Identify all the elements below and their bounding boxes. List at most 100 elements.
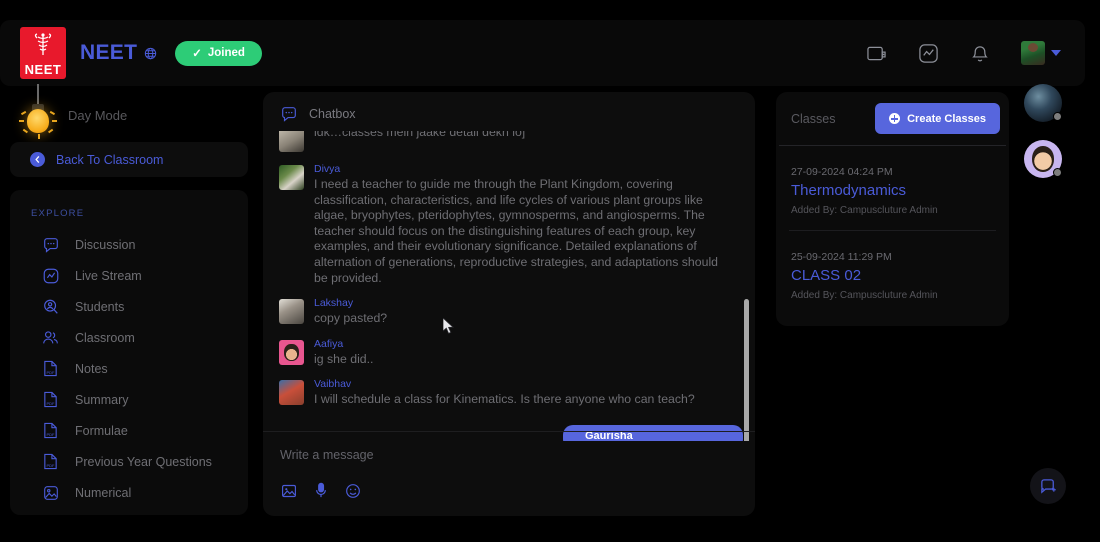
chat-title: Chatbox (309, 106, 356, 121)
back-to-classroom-label: Back To Classroom (56, 152, 164, 167)
sidebar-item-live-stream[interactable]: Live Stream (10, 260, 248, 291)
globe-icon[interactable] (144, 47, 157, 60)
message-text: ig she did.. (314, 351, 374, 366)
message-author: Divya (314, 163, 341, 175)
day-mode-indicator[interactable]: Day Mode (10, 84, 248, 139)
svg-text:PDF: PDF (47, 463, 55, 468)
sidebar-item-numerical[interactable]: Numerical (10, 477, 248, 508)
svg-text:PDF: PDF (47, 432, 55, 437)
classes-header: Classes Create Classes (776, 92, 1009, 145)
composer-actions (280, 482, 755, 499)
sidebar-item-previous-year-questions[interactable]: PDF Previous Year Questions (10, 446, 248, 477)
message-item: idk…classes mein jaake detail dekh lo] (279, 131, 733, 152)
svg-text:PDF: PDF (47, 401, 55, 406)
message-text: I will schedule a class for Kinematics. … (314, 392, 695, 407)
joined-label: Joined (207, 47, 245, 59)
class-added-by: Added By: Campuscluture Admin (791, 205, 938, 216)
create-classes-label: Create Classes (907, 112, 986, 125)
sidebar-item-label: Discussion (75, 237, 136, 252)
class-list-item[interactable]: 27-09-2024 04:24 PM Thermodynamics Added… (776, 146, 1009, 230)
wallet-icon[interactable] (865, 42, 887, 64)
avatar (279, 380, 304, 406)
neet-logo: NEET (20, 27, 66, 79)
class-list-item[interactable]: 25-09-2024 11:29 PM CLASS 02 Added By: C… (776, 231, 1009, 315)
avatar[interactable] (1024, 140, 1062, 178)
pdf-file-icon: PDF (41, 452, 60, 471)
message-list[interactable]: idk…classes mein jaake detail dekh lo] D… (263, 131, 755, 441)
message-item: Aafiya ig she did.. (279, 338, 733, 368)
image-icon[interactable] (280, 482, 297, 499)
caduceus-icon (33, 27, 53, 63)
class-name: CLASS 02 (791, 267, 862, 284)
sidebar-item-label: Live Stream (75, 268, 142, 283)
sidebar-item-label: Students (75, 299, 125, 314)
bell-icon[interactable] (969, 42, 991, 64)
class-date: 27-09-2024 04:24 PM (791, 166, 893, 178)
sidebar-item-formulae[interactable]: PDF Formulae (10, 415, 248, 446)
message-text: copy pasted? (314, 311, 388, 326)
pdf-file-icon: PDF (41, 359, 60, 378)
sidebar-item-notes[interactable]: PDF Notes (10, 353, 248, 384)
message-author: Vaibhav (314, 378, 352, 391)
svg-text:PDF: PDF (47, 370, 55, 375)
pdf-file-icon: PDF (41, 390, 60, 409)
status-badge (1053, 112, 1062, 121)
chevron-down-icon (1051, 50, 1061, 56)
emoji-icon[interactable] (344, 482, 361, 499)
status-badge (1053, 168, 1062, 177)
sidebar-item-summary[interactable]: PDF Summary (10, 384, 248, 415)
message-list-scrollbar[interactable] (744, 299, 749, 441)
people-group-icon (41, 328, 60, 347)
day-mode-label: Day Mode (68, 107, 128, 123)
class-name: Thermodynamics (791, 182, 907, 199)
sidebar-item-label: Numerical (75, 485, 132, 500)
sidebar-item-students[interactable]: Students (10, 291, 248, 322)
chevron-left-icon (30, 152, 45, 167)
classes-title: Classes (791, 111, 836, 126)
mouse-cursor (442, 317, 455, 341)
message-text: I need a teacher to guide me through the… (314, 177, 719, 285)
explore-title: EXPLORE (31, 208, 85, 219)
live-stream-icon (41, 266, 60, 285)
image-file-icon (41, 483, 60, 502)
sidebar-item-label: Previous Year Questions (75, 454, 212, 469)
message-item: Lakshay copy pasted? (279, 297, 733, 327)
class-added-by: Added By: Campuscluture Admin (791, 290, 938, 301)
lightbulb-icon (10, 84, 66, 139)
avatar (279, 131, 304, 152)
sidebar-item-label: Formulae (75, 423, 128, 438)
message-item: Vaibhav I will schedule a class for Kine… (279, 378, 733, 408)
plus-circle-icon (889, 113, 901, 124)
online-users-rail (1024, 84, 1066, 196)
avatar[interactable] (1024, 84, 1062, 122)
avatar (279, 165, 304, 190)
activity-icon[interactable] (917, 42, 939, 64)
sidebar-item-label: Classroom (75, 330, 135, 345)
classes-panel: Classes Create Classes 27-09-2024 04:24 … (776, 92, 1009, 326)
student-search-icon (41, 297, 60, 316)
message-composer: Write a message (263, 432, 755, 516)
message-author: Lakshay (314, 297, 354, 310)
avatar (279, 299, 304, 325)
back-to-classroom-button[interactable]: Back To Classroom (10, 142, 248, 177)
sidebar-item-classroom[interactable]: Classroom (10, 322, 248, 353)
user-menu-button[interactable] (1021, 41, 1061, 65)
avatar (279, 339, 304, 365)
top-bar-actions (865, 41, 1067, 65)
new-chat-icon[interactable] (1030, 468, 1066, 504)
create-classes-button[interactable]: Create Classes (875, 103, 1000, 134)
chat-panel: Chatbox idk…classes mein jaake detail de… (263, 92, 755, 516)
check-icon: ✓ (192, 48, 202, 60)
class-date: 25-09-2024 11:29 PM (791, 251, 892, 263)
microphone-icon[interactable] (312, 482, 329, 499)
sidebar-item-label: Notes (75, 361, 108, 376)
chat-header: Chatbox (263, 92, 755, 131)
pdf-file-icon: PDF (41, 421, 60, 440)
message-input[interactable]: Write a message (280, 448, 755, 462)
message-item: Divya I need a teacher to guide me throu… (279, 163, 733, 286)
user-avatar (1021, 41, 1045, 65)
joined-badge[interactable]: ✓ Joined (175, 40, 262, 66)
sidebar-item-discussion[interactable]: Discussion (10, 229, 248, 260)
logo-label: NEET (24, 62, 62, 77)
top-bar: NEET NEET ✓ Joined (0, 20, 1085, 86)
